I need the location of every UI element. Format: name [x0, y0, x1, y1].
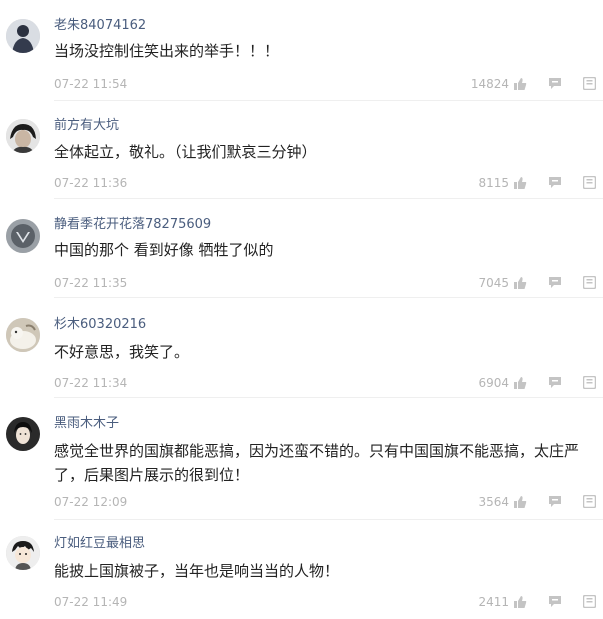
more-square-icon[interactable]: [583, 595, 596, 608]
like-count: 8115: [478, 176, 509, 190]
thumbs-up-icon[interactable]: [513, 376, 527, 390]
avatar[interactable]: [6, 417, 40, 451]
reply-bubble-icon[interactable]: [548, 495, 562, 508]
comment-text: 感觉全世界的国旗都能恶搞，因为还蛮不错的。只有中国国旗不能恶搞，太庄严了，后果图…: [54, 442, 580, 484]
avatar[interactable]: [6, 536, 40, 570]
comment-username[interactable]: 灯如红豆最相思: [54, 536, 145, 552]
comment-item: 杉木60320216 不好意思，我笑了。 07-22 11:34 6904: [0, 297, 603, 398]
thumbs-up-icon[interactable]: [513, 276, 527, 290]
comment-username[interactable]: 老朱84074162: [54, 18, 146, 34]
avatar[interactable]: [6, 219, 40, 253]
comment-item: 灯如红豆最相思 能披上国旗被子，当年也是响当当的人物！ 07-22 11:49 …: [0, 519, 603, 619]
like-count: 2411: [478, 595, 509, 609]
comment-time: 07-22 11:36: [54, 176, 128, 190]
comment-item: 前方有大坑 全体起立，敬礼。（让我们默哀三分钟） 07-22 11:36 811…: [0, 100, 603, 199]
comment-time: 07-22 12:09: [54, 495, 128, 509]
like-count: 7045: [478, 276, 509, 290]
comment-item: 静看季花开花落78275609 中国的那个 看到好像 牺牲了似的 07-22 1…: [0, 198, 603, 298]
comment-text: 当场没控制住笑出来的举手！！！: [54, 42, 280, 60]
comment-item: 黑雨木木子 感觉全世界的国旗都能恶搞，因为还蛮不错的。只有中国国旗不能恶搞，太庄…: [0, 397, 603, 520]
reply-bubble-icon[interactable]: [548, 276, 562, 289]
reply-bubble-icon[interactable]: [548, 77, 562, 90]
comment-username[interactable]: 杉木60320216: [54, 317, 146, 333]
thumbs-up-icon[interactable]: [513, 495, 527, 509]
comment-username[interactable]: 静看季花开花落78275609: [54, 217, 211, 233]
avatar[interactable]: [6, 19, 40, 53]
comment-text: 不好意思，我笑了。: [54, 343, 190, 361]
comment-item: 老朱84074162 当场没控制住笑出来的举手！！！ 07-22 11:54 1…: [0, 0, 603, 101]
like-count: 3564: [478, 495, 509, 509]
more-square-icon[interactable]: [583, 77, 596, 90]
comment-time: 07-22 11:35: [54, 276, 128, 290]
more-square-icon[interactable]: [583, 176, 596, 189]
comment-time: 07-22 11:34: [54, 376, 128, 390]
comment-time: 07-22 11:54: [54, 77, 128, 91]
avatar[interactable]: [6, 318, 40, 352]
comment-list: 老朱84074162 当场没控制住笑出来的举手！！！ 07-22 11:54 1…: [0, 0, 603, 619]
thumbs-up-icon[interactable]: [513, 77, 527, 91]
reply-bubble-icon[interactable]: [548, 376, 562, 389]
like-count: 14824: [470, 77, 509, 91]
comment-username[interactable]: 前方有大坑: [54, 118, 119, 134]
reply-bubble-icon[interactable]: [548, 595, 562, 608]
comment-time: 07-22 11:49: [54, 595, 128, 609]
comment-text: 全体起立，敬礼。（让我们默哀三分钟）: [54, 143, 317, 161]
thumbs-up-icon[interactable]: [513, 176, 527, 190]
more-square-icon[interactable]: [583, 376, 596, 389]
comment-text: 中国的那个 看到好像 牺牲了似的: [54, 241, 274, 259]
avatar[interactable]: [6, 119, 40, 153]
more-square-icon[interactable]: [583, 495, 596, 508]
more-square-icon[interactable]: [583, 276, 596, 289]
like-count: 6904: [478, 376, 509, 390]
thumbs-up-icon[interactable]: [513, 595, 527, 609]
reply-bubble-icon[interactable]: [548, 176, 562, 189]
comment-username[interactable]: 黑雨木木子: [54, 416, 119, 432]
comment-text: 能披上国旗被子，当年也是响当当的人物！: [54, 562, 340, 580]
